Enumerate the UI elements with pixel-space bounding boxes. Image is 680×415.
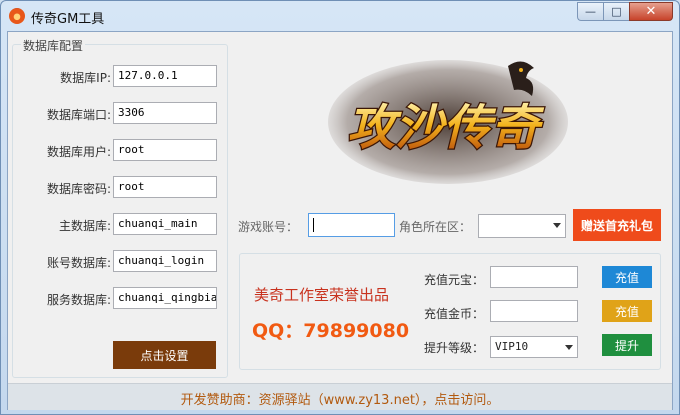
recharge-gold-label: 充值金币：	[424, 307, 485, 321]
role-zone-select[interactable]	[478, 214, 566, 238]
recharge-gold-button[interactable]: 充值	[602, 300, 652, 322]
upgrade-level-button[interactable]: 提升	[602, 334, 652, 356]
logo-text: 攻沙传奇	[347, 100, 545, 156]
db-user-input[interactable]: root	[113, 139, 217, 161]
title-bar[interactable]: 传奇GM工具 — □ ✕	[1, 1, 679, 31]
recharge-gold-row: 充值金币： 充值	[240, 300, 660, 326]
db-ip-row: 数据库IP: 127.0.0.1	[13, 65, 229, 87]
account-db-row: 账号数据库: chuanqi_login	[13, 250, 229, 272]
db-config-group: 数据库配置 数据库IP: 127.0.0.1 数据库端口: 3306 数据库用户…	[12, 37, 229, 378]
db-password-label: 数据库密码:	[46, 182, 111, 196]
recharge-ingot-row: 充值元宝： 充值	[240, 266, 660, 292]
dragon-eye-shape	[519, 68, 523, 72]
main-db-label: 主数据库:	[58, 219, 111, 233]
text-caret	[313, 218, 314, 232]
db-config-group-title: 数据库配置	[21, 37, 86, 54]
db-user-label: 数据库用户:	[46, 145, 111, 159]
db-user-row: 数据库用户: root	[13, 139, 229, 161]
db-ip-label: 数据库IP:	[60, 71, 111, 85]
upgrade-level-row: 提升等级： VIP10 提升	[240, 334, 660, 360]
upgrade-level-label: 提升等级：	[424, 341, 485, 355]
role-zone-label: 角色所在区：	[399, 220, 472, 234]
account-db-label: 账号数据库:	[46, 256, 111, 270]
db-password-row: 数据库密码: root	[13, 176, 229, 198]
client-area: 数据库配置 数据库IP: 127.0.0.1 数据库端口: 3306 数据库用户…	[7, 31, 673, 410]
db-port-row: 数据库端口: 3306	[13, 102, 229, 124]
service-db-row: 服务数据库: chuanqi_qingbiao	[13, 287, 229, 309]
main-db-input[interactable]: chuanqi_main	[113, 213, 217, 235]
upgrade-level-value: VIP10	[495, 340, 529, 353]
game-logo: 攻沙传奇	[328, 60, 568, 184]
db-ip-input[interactable]: 127.0.0.1	[113, 65, 217, 87]
recharge-ingot-label: 充值元宝：	[424, 273, 485, 287]
maximize-button[interactable]: □	[603, 2, 629, 21]
game-account-input[interactable]	[308, 213, 395, 237]
chevron-down-icon	[553, 223, 561, 228]
app-logo-icon	[9, 8, 25, 24]
main-db-row: 主数据库: chuanqi_main	[13, 213, 229, 235]
minimize-button[interactable]: —	[577, 2, 603, 21]
account-db-input[interactable]: chuanqi_login	[113, 250, 217, 272]
db-port-label: 数据库端口:	[46, 108, 111, 122]
close-button[interactable]: ✕	[629, 2, 673, 21]
recharge-ingot-button[interactable]: 充值	[602, 266, 652, 288]
recharge-ingot-input[interactable]	[490, 266, 578, 288]
window-controls: — □ ✕	[577, 2, 673, 21]
app-window: 传奇GM工具 — □ ✕ 数据库配置 数据库IP: 127.0.0.1 数据库端…	[0, 0, 680, 415]
chevron-down-icon	[565, 345, 573, 350]
upgrade-level-select[interactable]: VIP10	[490, 336, 578, 358]
recharge-panel: 美奇工作室荣誉出品 QQ：79899080 充值元宝： 充值 充值金币： 充值 …	[239, 253, 661, 370]
db-password-input[interactable]: root	[113, 176, 217, 198]
sponsor-footer: 开发赞助商：资源驿站（www.zy13.net），点击访问。	[8, 383, 672, 410]
db-port-input[interactable]: 3306	[113, 102, 217, 124]
window-title: 传奇GM工具	[31, 12, 105, 27]
apply-settings-button[interactable]: 点击设置	[113, 341, 216, 369]
send-first-recharge-gift-button[interactable]: 赠送首充礼包	[573, 209, 661, 241]
sponsor-link[interactable]: 开发赞助商：资源驿站（www.zy13.net），点击访问。	[8, 389, 672, 408]
recharge-gold-input[interactable]	[490, 300, 578, 322]
game-account-label: 游戏账号：	[238, 220, 299, 234]
service-db-input[interactable]: chuanqi_qingbiao	[113, 287, 217, 309]
service-db-label: 服务数据库:	[46, 293, 111, 307]
